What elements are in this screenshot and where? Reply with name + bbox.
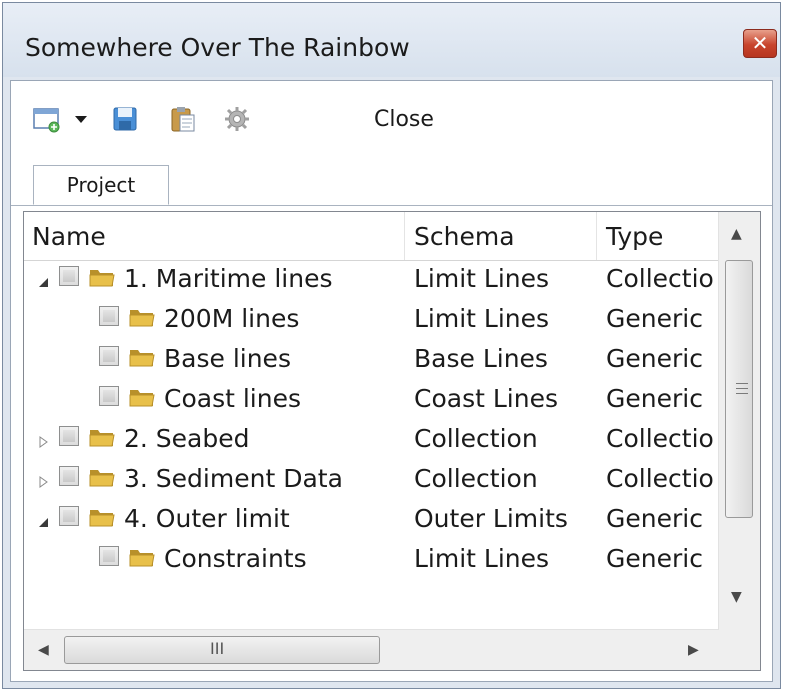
toolbar-close-button[interactable]: Close [374, 107, 434, 132]
row-checkbox[interactable] [99, 346, 119, 366]
tab-strip: Project [11, 165, 772, 206]
scroll-up-arrow-icon[interactable]: ▲ [731, 226, 742, 242]
cell-type: Generic [606, 304, 703, 333]
column-header-schema[interactable]: Schema [414, 222, 515, 251]
table-row[interactable]: Coast lines Coast Lines Generic [24, 380, 719, 420]
table-row[interactable]: 2. Seabed Collection Collectio [24, 420, 719, 460]
table-row[interactable]: 3. Sediment Data Collection Collectio [24, 460, 719, 500]
table-header: Name Schema Type [24, 212, 719, 261]
column-divider[interactable] [596, 212, 597, 260]
scroll-down-arrow-icon[interactable]: ▼ [731, 589, 742, 605]
grip-line [736, 393, 748, 394]
cell-type: Generic [606, 544, 703, 573]
table-row[interactable]: Constraints Limit Lines Generic [24, 540, 719, 580]
cell-type: Generic [606, 384, 703, 413]
window-title: Somewhere Over The Rainbow [25, 33, 410, 62]
vertical-scroll-thumb[interactable] [725, 260, 753, 518]
table-row[interactable]: 200M lines Limit Lines Generic [24, 300, 719, 340]
title-bar[interactable]: Somewhere Over The Rainbow ✕ [3, 3, 780, 77]
new-window-icon[interactable] [33, 105, 61, 133]
column-divider[interactable] [404, 212, 405, 260]
cell-name: Constraints [164, 544, 307, 573]
scroll-left-arrow-icon[interactable]: ◀ [38, 642, 49, 658]
folder-icon [128, 305, 156, 329]
grip-line [736, 383, 748, 384]
tab-project[interactable]: Project [33, 165, 169, 205]
expanded-triangle-icon[interactable] [36, 275, 50, 292]
cell-name: 2. Seabed [124, 424, 250, 453]
cell-type: Generic [606, 344, 703, 373]
row-checkbox[interactable] [59, 466, 79, 486]
cell-schema: Limit Lines [414, 264, 550, 293]
cell-schema: Base Lines [414, 344, 548, 373]
row-checkbox[interactable] [99, 386, 119, 406]
cell-name: 200M lines [164, 304, 300, 333]
cell-name: Base lines [164, 344, 291, 373]
folder-icon [128, 345, 156, 369]
horizontal-scroll-thumb[interactable]: III [64, 636, 380, 664]
collapsed-triangle-icon[interactable] [36, 475, 50, 492]
cell-name: 1. Maritime lines [124, 264, 333, 293]
gear-icon[interactable] [223, 105, 251, 133]
horizontal-scrollbar[interactable]: ◀ III ▶ [24, 629, 719, 670]
toolbar: Close [11, 81, 772, 159]
cell-type: Generic [606, 504, 703, 533]
cell-name: Coast lines [164, 384, 301, 413]
cell-name: 3. Sediment Data [124, 464, 343, 493]
folder-icon [88, 265, 116, 289]
cell-type: Collectio [606, 464, 714, 493]
folder-icon [88, 505, 116, 529]
row-checkbox[interactable] [99, 546, 119, 566]
dialog-window: Somewhere Over The Rainbow ✕ Close Proje… [2, 2, 781, 689]
folder-icon [128, 385, 156, 409]
folder-icon [88, 425, 116, 449]
column-header-type[interactable]: Type [606, 222, 663, 251]
cell-schema: Limit Lines [414, 544, 550, 573]
table-row[interactable]: 4. Outer limit Outer Limits Generic [24, 500, 719, 540]
cell-type: Collectio [606, 424, 714, 453]
cell-schema: Collection [414, 424, 538, 453]
scroll-right-arrow-icon[interactable]: ▶ [688, 642, 699, 658]
cell-schema: Limit Lines [414, 304, 550, 333]
cell-schema: Collection [414, 464, 538, 493]
cell-type: Collectio [606, 264, 714, 293]
collapsed-triangle-icon[interactable] [36, 435, 50, 452]
expanded-triangle-icon[interactable] [36, 515, 50, 532]
dropdown-triangle-icon[interactable] [72, 110, 90, 128]
cell-schema: Coast Lines [414, 384, 558, 413]
row-checkbox[interactable] [99, 306, 119, 326]
cell-name: 4. Outer limit [124, 504, 290, 533]
cell-schema: Outer Limits [414, 504, 568, 533]
column-header-name[interactable]: Name [32, 222, 106, 251]
tree-table: Name Schema Type 1. Maritime lines Limit … [23, 211, 761, 671]
row-checkbox[interactable] [59, 266, 79, 286]
row-checkbox[interactable] [59, 426, 79, 446]
grip-line [736, 388, 748, 389]
row-checkbox[interactable] [59, 506, 79, 526]
h-grip: III [210, 639, 225, 658]
floppy-disk-icon[interactable] [111, 105, 139, 133]
folder-icon [128, 545, 156, 569]
scroll-corner [719, 630, 760, 670]
client-area: Close Project Name Schema Type 1. Mariti… [10, 80, 773, 682]
clipboard-icon[interactable] [169, 105, 197, 133]
window-close-button[interactable]: ✕ [743, 29, 777, 58]
table-row[interactable]: Base lines Base Lines Generic [24, 340, 719, 380]
folder-icon [88, 465, 116, 489]
table-row[interactable]: 1. Maritime lines Limit Lines Collectio [24, 260, 719, 300]
vertical-scrollbar[interactable]: ▲ ▼ [718, 212, 760, 670]
